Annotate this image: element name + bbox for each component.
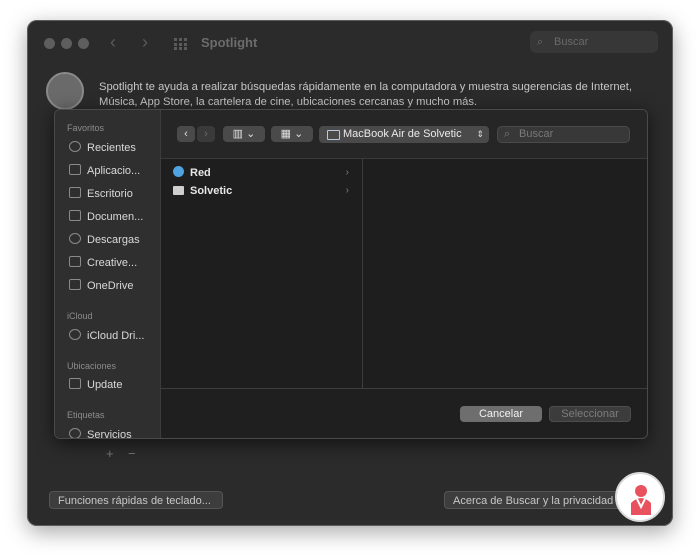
disk-icon — [173, 186, 184, 195]
select-button[interactable]: Seleccionar — [549, 406, 631, 422]
clock-icon — [69, 141, 81, 152]
group-button[interactable]: ▦ ⌄ — [271, 126, 313, 142]
preferences-search-field[interactable]: ⌕ Buscar — [530, 31, 658, 53]
sidebar-item-update[interactable]: Update — [69, 378, 122, 391]
sidebar-item-label: Update — [87, 379, 123, 391]
minimize-window-button[interactable] — [61, 38, 72, 49]
window-title: Spotlight — [201, 35, 258, 50]
chevron-left-icon[interactable]: ‹ — [177, 126, 195, 142]
list-item-label: Solvetic — [190, 185, 233, 197]
sidebar-item-escritorio[interactable]: Escritorio — [69, 187, 133, 200]
dialog-sidebar: Favoritos Recientes Aplicacio... Escrito… — [55, 110, 161, 438]
chevron-right-icon: › — [345, 185, 349, 196]
show-all-grid-icon[interactable] — [174, 37, 188, 50]
spotlight-icon — [46, 72, 84, 110]
search-icon: ⌕ — [504, 128, 511, 140]
sidebar-item-descargas[interactable]: Descargas — [69, 233, 140, 246]
tag-icon — [69, 428, 81, 438]
folder-icon — [69, 279, 81, 290]
sidebar-heading-icloud: iCloud — [67, 311, 93, 321]
add-remove-control: + − — [100, 446, 144, 462]
sidebar-item-label: Creative... — [87, 257, 138, 269]
sidebar-item-recientes[interactable]: Recientes — [69, 141, 136, 154]
apps-icon — [69, 164, 81, 175]
cancel-button[interactable]: Cancelar — [460, 406, 542, 422]
list-item-red[interactable]: Red › — [173, 165, 349, 181]
sidebar-item-icloud-drive[interactable]: iCloud Dri... — [69, 329, 144, 342]
columns-view-button[interactable]: ▥ ⌄ — [223, 126, 265, 142]
chevron-right-icon: › — [345, 167, 349, 178]
sidebar-item-label: Aplicacio... — [87, 165, 141, 177]
sidebar-item-label: Descargas — [87, 234, 140, 246]
sidebar-item-aplicaciones[interactable]: Aplicacio... — [69, 164, 140, 177]
desktop-icon — [69, 187, 81, 198]
sidebar-item-onedrive[interactable]: OneDrive — [69, 279, 133, 292]
download-icon — [69, 233, 81, 244]
sidebar-item-label: Documen... — [87, 211, 144, 223]
search-placeholder: Buscar — [519, 128, 554, 140]
dialog-footer-divider — [161, 388, 647, 389]
cloud-icon — [69, 329, 81, 340]
sidebar-item-label: iCloud Dri... — [87, 330, 145, 342]
keyboard-shortcuts-button[interactable]: Funciones rápidas de teclado... — [49, 491, 223, 509]
sidebar-heading-favoritos: Favoritos — [67, 123, 105, 133]
chevron-down-icon: ⌄ — [246, 128, 256, 140]
laptop-icon — [327, 130, 340, 140]
chevron-right-icon[interactable]: › — [197, 126, 215, 142]
updown-chevron-icon: ⇕ — [476, 129, 484, 139]
browser-column-2 — [363, 159, 647, 388]
drive-icon — [69, 378, 81, 389]
close-window-button[interactable] — [44, 38, 55, 49]
window-titlebar: ‹ › Spotlight ⌕ Buscar — [27, 20, 673, 68]
columns-view-icon: ▥ — [232, 128, 244, 140]
sidebar-item-label: Escritorio — [87, 188, 133, 200]
search-icon: ⌕ — [537, 36, 544, 48]
sidebar-item-label: Recientes — [87, 142, 136, 154]
watermark-logo — [615, 472, 665, 522]
sidebar-heading-etiquetas: Etiquetas — [67, 410, 105, 420]
open-file-dialog: Favoritos Recientes Aplicacio... Escrito… — [54, 109, 648, 439]
sidebar-heading-ubicaciones: Ubicaciones — [67, 361, 117, 371]
sidebar-item-creative[interactable]: Creative... — [69, 256, 137, 269]
document-icon — [69, 210, 81, 221]
browser-column-1: Red › Solvetic › — [161, 159, 363, 388]
sidebar-item-servicios[interactable]: Servicios — [69, 428, 132, 439]
forward-icon[interactable]: › — [142, 32, 148, 53]
dialog-search-field[interactable]: ⌕ Buscar — [497, 126, 630, 143]
zoom-window-button[interactable] — [78, 38, 89, 49]
back-icon[interactable]: ‹ — [110, 32, 116, 53]
remove-button[interactable]: − — [128, 446, 136, 461]
add-button[interactable]: + — [106, 446, 114, 461]
spotlight-description: Spotlight te ayuda a realizar búsquedas … — [99, 81, 632, 108]
list-item-solvetic[interactable]: Solvetic › — [173, 183, 349, 199]
network-icon — [173, 166, 184, 177]
sidebar-item-documentos[interactable]: Documen... — [69, 210, 143, 223]
location-label: MacBook Air de Solvetic — [343, 128, 462, 140]
sidebar-item-label: OneDrive — [87, 280, 134, 292]
location-popup[interactable]: MacBook Air de Solvetic ⇕ — [319, 126, 489, 143]
privacy-button[interactable]: Acerca de Buscar y la privacidad — [444, 491, 622, 509]
list-item-label: Red — [190, 167, 211, 179]
folder-icon — [69, 256, 81, 267]
sidebar-item-label: Servicios — [87, 429, 132, 439]
chevron-down-icon: ⌄ — [294, 128, 304, 140]
grid-icon: ▦ — [280, 128, 292, 140]
search-placeholder: Buscar — [554, 36, 589, 48]
